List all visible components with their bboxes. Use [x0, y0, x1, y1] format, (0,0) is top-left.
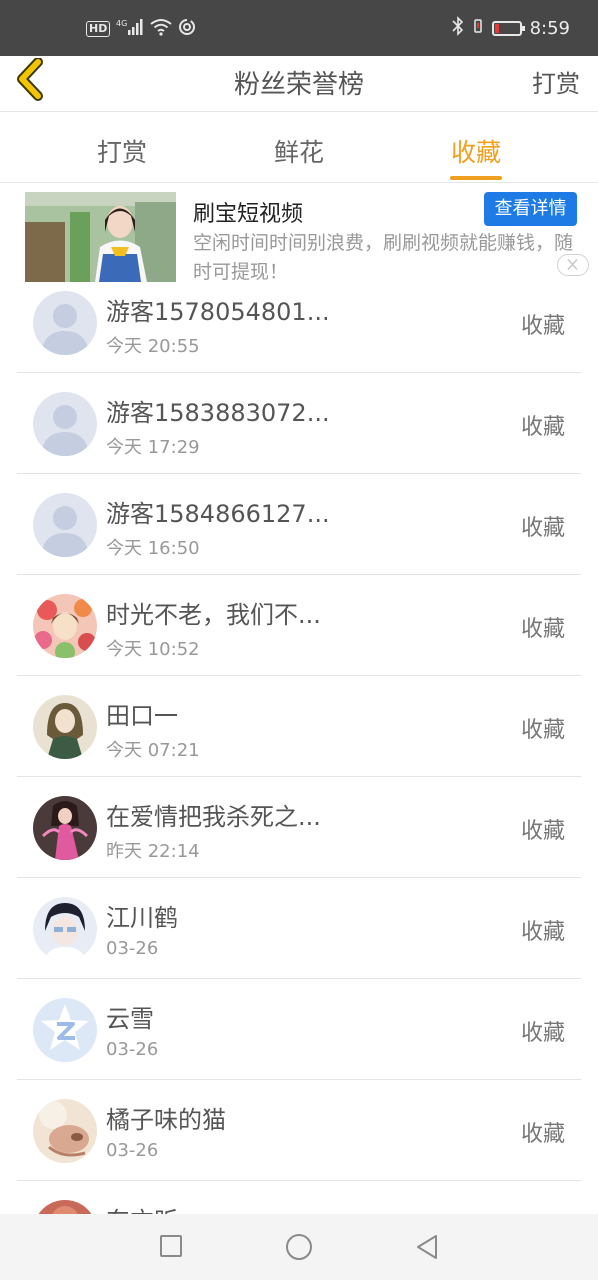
avatar [33, 796, 97, 860]
tab-tip[interactable]: 打赏 [62, 133, 182, 169]
avatar [33, 998, 97, 1062]
user-name: 在爱情把我杀死之... [106, 803, 321, 831]
list-item[interactable]: 在爱情把我杀死之... 昨天 22:14 收藏 [0, 777, 598, 878]
user-name: 江川鹤 [106, 904, 178, 932]
triangle-back-icon[interactable] [414, 1233, 440, 1261]
list-item[interactable]: 江川鹤 03-26 收藏 [0, 878, 598, 979]
favorite-time: 今天 16:50 [106, 538, 200, 559]
page-title: 粉丝荣誉榜 [233, 70, 364, 100]
wifi-icon [150, 18, 172, 40]
ad-title: 刷宝短视频 [193, 202, 304, 227]
user-name: 时光不老，我们不... [106, 601, 321, 629]
favorite-label: 收藏 [520, 1021, 565, 1046]
avatar [33, 392, 97, 456]
status-time: 8:59 [529, 17, 570, 39]
active-tab-indicator [450, 176, 502, 180]
battery-icon [491, 20, 525, 36]
favorite-label: 收藏 [520, 1122, 565, 1147]
status-left-icons: HD 4G [86, 18, 196, 40]
favorite-time: 03-26 [106, 1140, 159, 1161]
user-name: 游客1578054801... [106, 298, 330, 326]
list-item[interactable]: 游客1578054801... 今天 20:55 收藏 [0, 272, 598, 373]
favorite-time: 03-26 [106, 938, 159, 959]
avatar [33, 897, 97, 961]
list-item[interactable]: 游客1583883072... 今天 17:29 收藏 [0, 373, 598, 474]
avatar [33, 1099, 97, 1163]
user-name: 田口一 [106, 702, 178, 730]
tab-favorites[interactable]: 收藏 [416, 133, 536, 169]
tab-bar: 打赏 鲜花 收藏 [0, 113, 598, 183]
favorite-label: 收藏 [520, 415, 565, 440]
status-right-icons: 8:59 [452, 16, 570, 40]
favorite-time: 今天 10:52 [106, 639, 200, 660]
circle-icon[interactable] [286, 1234, 312, 1260]
favorite-label: 收藏 [520, 819, 565, 844]
favorite-label: 收藏 [520, 718, 565, 743]
svg-text:4G: 4G [116, 19, 127, 28]
tab-flowers[interactable]: 鲜花 [239, 133, 359, 169]
user-name: 云雪 [106, 1005, 154, 1033]
list-item[interactable]: 田口一 今天 07:21 收藏 [0, 676, 598, 777]
list-item[interactable]: 橘子味的猫 03-26 收藏 [0, 1080, 598, 1181]
ad-details-button[interactable]: 查看详情 [484, 192, 577, 226]
user-name: 游客1584866127... [106, 500, 330, 528]
favorite-time: 今天 20:55 [106, 336, 200, 357]
favorite-time: 03-26 [106, 1039, 159, 1060]
favorites-list: 游客1578054801... 今天 20:55 收藏 游客1583883072… [0, 272, 598, 1280]
sync-icon [178, 18, 196, 40]
list-item[interactable]: 时光不老，我们不... 今天 10:52 收藏 [0, 575, 598, 676]
favorite-label: 收藏 [520, 617, 565, 642]
user-name: 游客1583883072... [106, 399, 330, 427]
avatar [33, 695, 97, 759]
system-nav-bar [0, 1214, 598, 1280]
list-item[interactable]: 游客1584866127... 今天 16:50 收藏 [0, 474, 598, 575]
app-header: 粉丝荣誉榜 打赏 [0, 56, 598, 112]
status-bar: HD 4G 8:59 [0, 0, 598, 56]
bluetooth-icon [452, 16, 464, 40]
favorite-time: 昨天 22:14 [106, 841, 200, 862]
square-icon[interactable] [160, 1235, 182, 1257]
avatar [33, 594, 97, 658]
favorite-label: 收藏 [520, 516, 565, 541]
hd-icon: HD [86, 21, 111, 37]
ad-thumbnail[interactable] [25, 192, 176, 282]
favorite-label: 收藏 [520, 920, 565, 945]
tip-button[interactable]: 打赏 [532, 64, 580, 99]
list-item[interactable]: 云雪 03-26 收藏 [0, 979, 598, 1080]
user-name: 橘子味的猫 [106, 1106, 226, 1134]
avatar [33, 493, 97, 557]
favorite-time: 今天 07:21 [106, 740, 200, 761]
favorite-label: 收藏 [520, 314, 565, 339]
vibrate-icon [472, 17, 484, 39]
ad-banner[interactable]: 刷宝短视频 空闲时间时间别浪费，刷刷视频就能赚钱，随时可提现！ 查看详情 [0, 184, 598, 284]
avatar [33, 291, 97, 355]
favorite-time: 今天 17:29 [106, 437, 200, 458]
signal-icon: 4G [116, 18, 144, 40]
